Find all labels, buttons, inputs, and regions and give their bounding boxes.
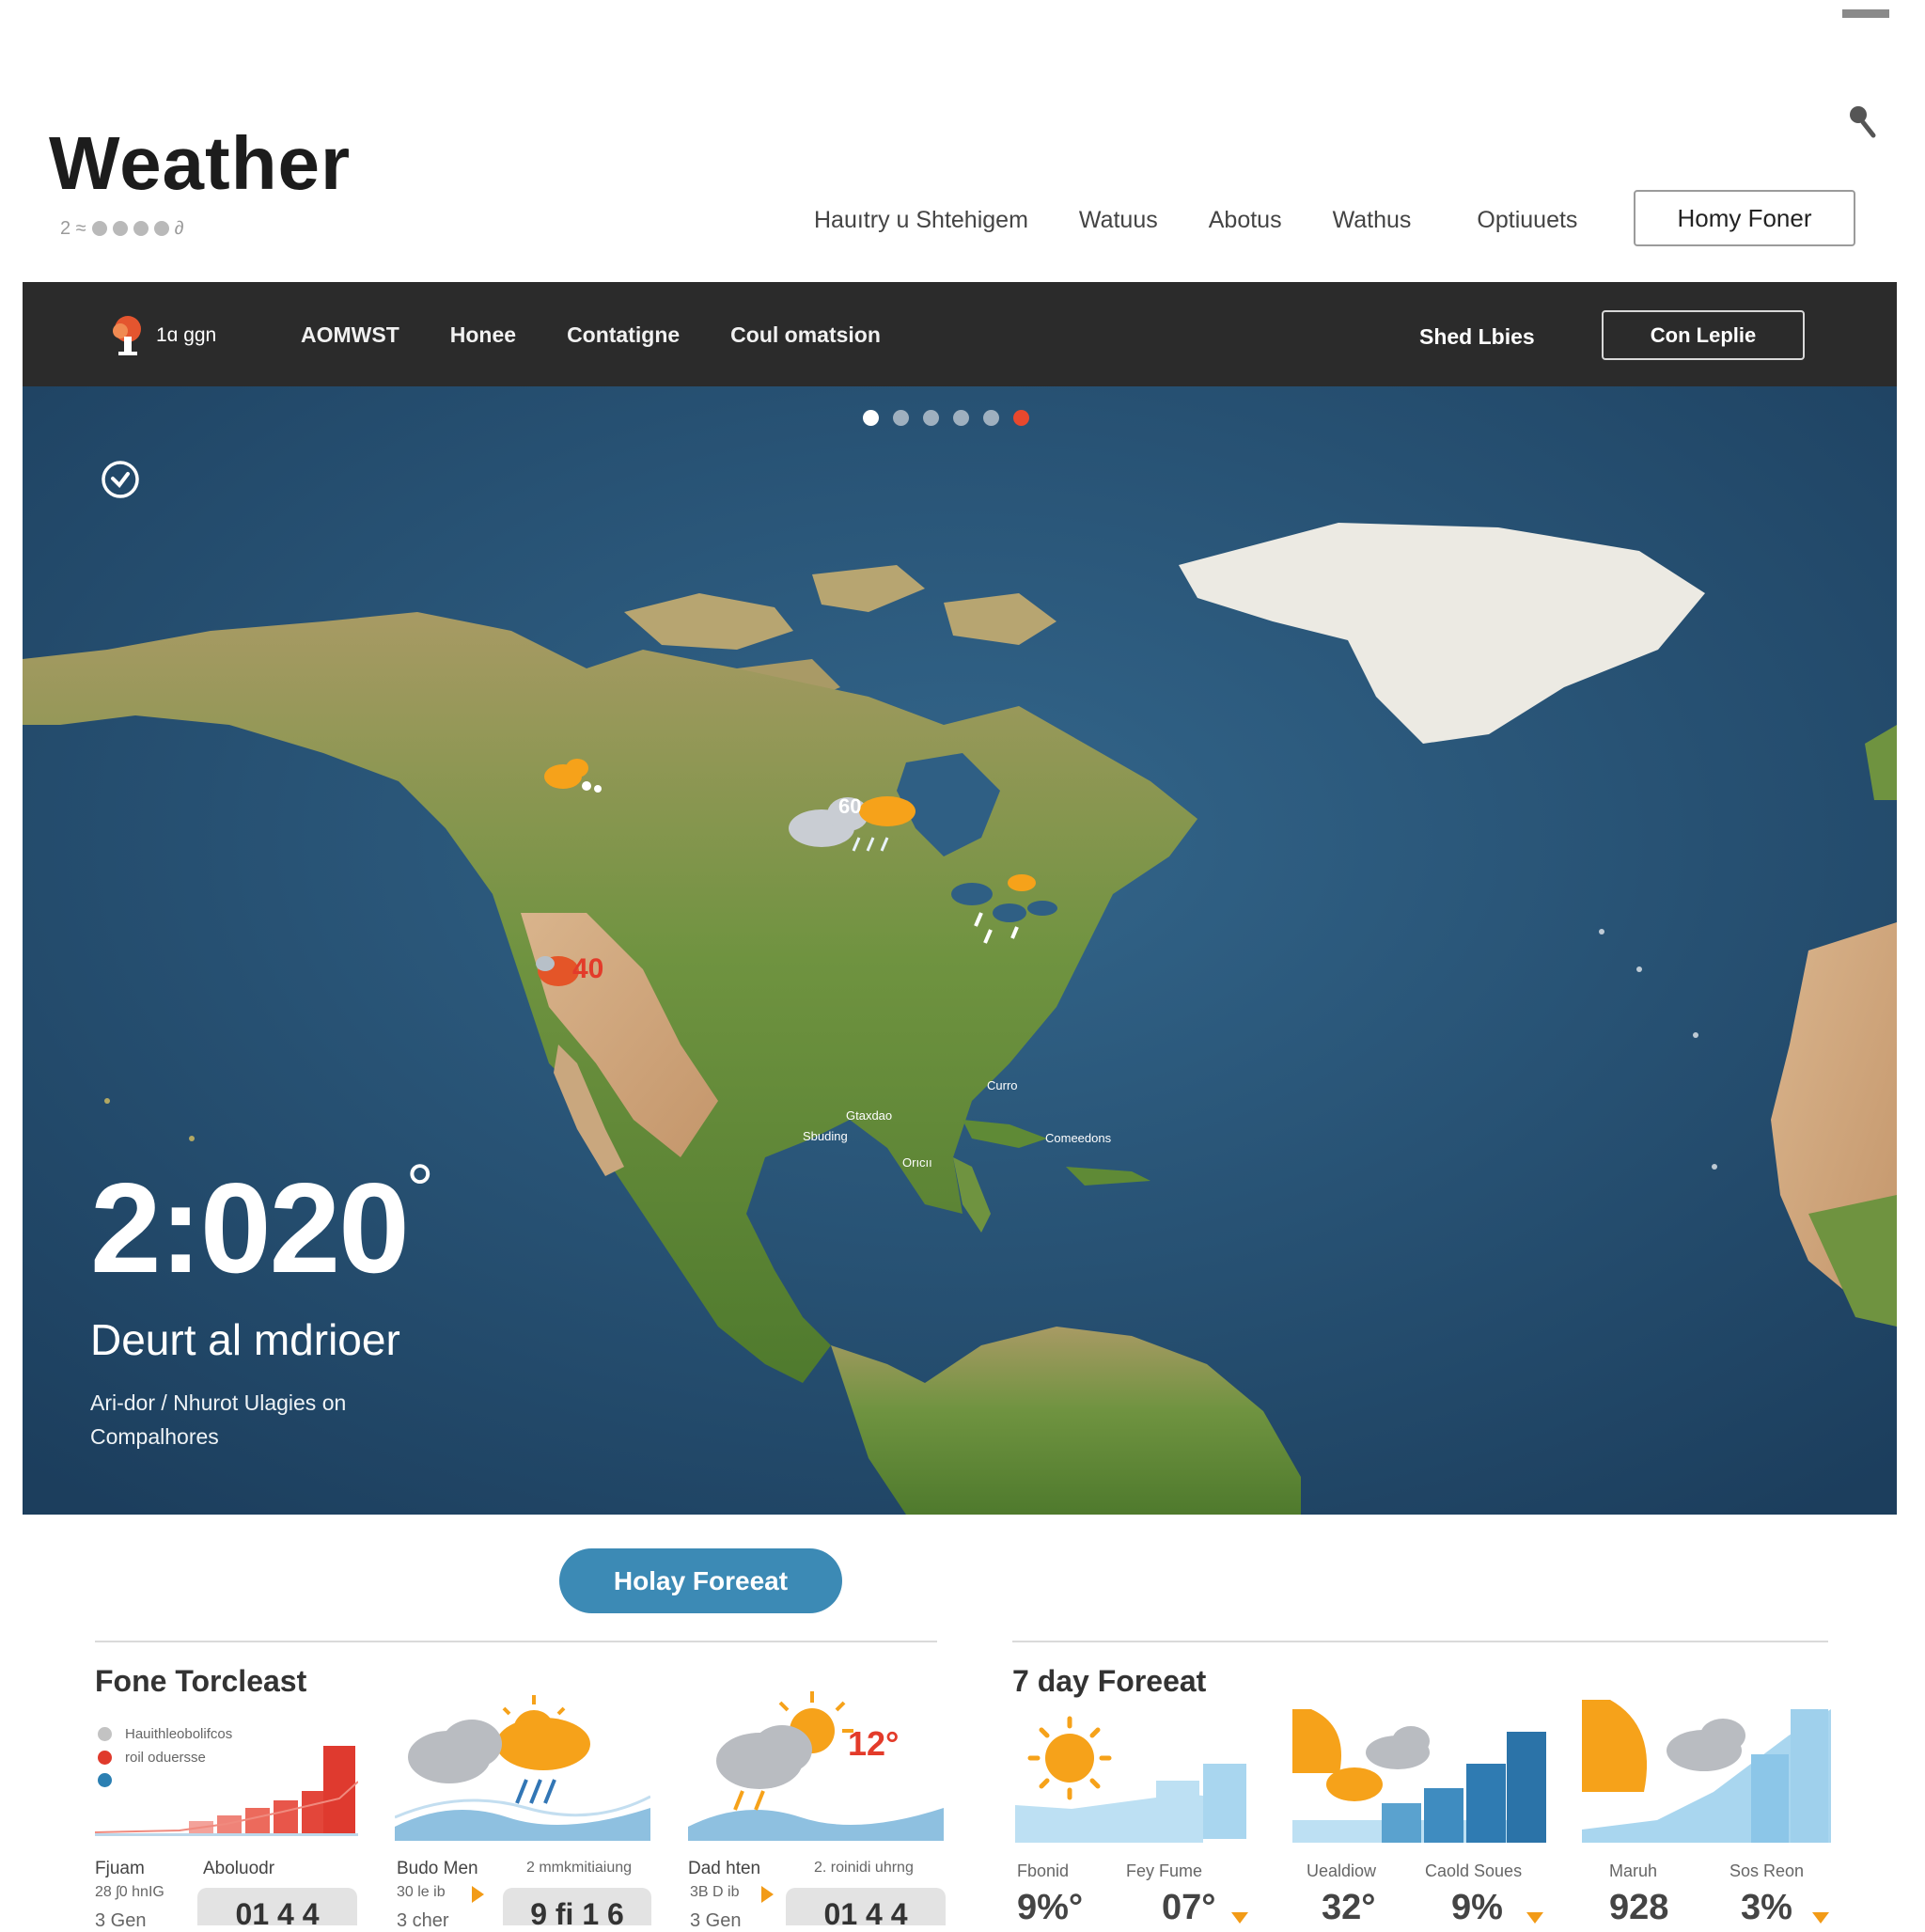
card-detail: 3 cher	[397, 1910, 449, 1931]
subtitle-indicator: 2 ≈ ∂	[60, 216, 184, 241]
value-pill[interactable]: 9 fi 1 6	[503, 1888, 651, 1925]
card-detail: 28 ʃ0 hnIG	[95, 1884, 164, 1900]
card-detail: 3 Gen	[95, 1910, 147, 1931]
section-divider	[95, 1641, 937, 1642]
map-place-label: Gtaxdao	[846, 1108, 893, 1123]
card-label: Budo Men	[397, 1859, 478, 1878]
stat-value: 9%°	[1017, 1888, 1084, 1927]
legend-dot	[98, 1727, 112, 1741]
value-pill[interactable]: 01 4 4	[786, 1888, 946, 1925]
rain-cloud-weather-icon	[395, 1695, 650, 1841]
search-icon[interactable]	[1844, 102, 1882, 143]
legend-item: Hauithleobolifcos	[98, 1726, 232, 1742]
hero-location: Deurt al mdrioer	[90, 1315, 400, 1364]
map-place-label: Sbuding	[803, 1129, 848, 1143]
indicator-dot	[91, 221, 107, 236]
card-temperature: 12°	[848, 1724, 900, 1763]
carousel-dot[interactable]	[863, 410, 879, 426]
right-section-title: 7 day Foreeat	[1012, 1664, 1207, 1698]
nav-cta-button[interactable]: Con Leplie	[1602, 310, 1805, 360]
hero-temperature: 2:020	[90, 1156, 410, 1299]
subtitle-suffix: ∂	[174, 217, 184, 239]
carousel-pagination	[863, 410, 1029, 426]
card-label: Fjuam	[95, 1859, 145, 1878]
stat-value: 9%	[1451, 1888, 1503, 1927]
stat-label: Maruh	[1609, 1861, 1658, 1880]
main-nav-link[interactable]: AOMWST	[301, 322, 399, 348]
brand-text: 1ɑ ggn	[156, 324, 217, 346]
indicator-dot	[153, 221, 169, 236]
carousel-dot-current[interactable]	[1013, 410, 1029, 426]
stat-label: Caold Soues	[1425, 1861, 1523, 1880]
brand[interactable]: 1ɑ ggn	[109, 314, 216, 357]
main-nav-link[interactable]: Contatigne	[567, 322, 680, 348]
temperature-bars-graphic	[95, 1746, 358, 1836]
stat-value: 928	[1609, 1888, 1669, 1927]
subtitle-prefix: 2 ≈	[60, 217, 86, 239]
top-nav-link[interactable]: Wathus	[1333, 207, 1412, 234]
cloudy-forecast-graphic	[1582, 1700, 1831, 1843]
main-nav-link[interactable]: Coul omatsion	[730, 322, 881, 348]
top-nav-link[interactable]: Abotus	[1209, 207, 1282, 234]
top-nav-link[interactable]: Optiuuets	[1477, 207, 1577, 234]
play-arrow-icon[interactable]	[761, 1886, 774, 1903]
chevron-down-icon[interactable]	[1231, 1912, 1248, 1924]
header-cta-button[interactable]: Homy Foner	[1634, 190, 1855, 246]
indicator-dot	[133, 221, 149, 236]
top-nav-link[interactable]: Watuus	[1079, 207, 1158, 234]
carousel-dot[interactable]	[953, 410, 969, 426]
hero-degree-symbol: °	[406, 1150, 434, 1228]
carousel-dot[interactable]	[923, 410, 939, 426]
left-section-title: Fone Torcleast	[95, 1664, 307, 1698]
top-nav-link[interactable]: Hauıtry u Shtehigem	[814, 207, 1028, 234]
indicator-dot	[112, 221, 128, 236]
map-place-label: Curro	[987, 1078, 1018, 1092]
card-label: 2 mmkmitiaiung	[526, 1860, 633, 1876]
map-temperature-marker[interactable]: 40	[572, 953, 603, 985]
map-temperature-marker[interactable]: 60	[838, 794, 861, 819]
section-divider	[1012, 1641, 1828, 1642]
stat-label: Uealdiow	[1307, 1861, 1377, 1880]
sun-storm-weather-icon	[688, 1691, 944, 1841]
top-navigation: Hauıtry u Shtehigem Watuus Abotus Wathus…	[814, 207, 1628, 234]
card-label: Aboluodr	[203, 1859, 275, 1878]
main-navigation: AOMWST Honee Contatigne Coul omatsion	[301, 322, 931, 348]
card-label: Dad hten	[688, 1859, 761, 1878]
forecast-button[interactable]: Holay Foreeat	[559, 1548, 842, 1613]
app-title: Weather	[49, 121, 352, 205]
carousel-dot[interactable]	[983, 410, 999, 426]
stat-label: Sos Reon	[1729, 1861, 1805, 1880]
legend-label: Hauithleobolifcos	[125, 1726, 233, 1742]
main-nav-link-secondary[interactable]: Shed Lbies	[1419, 324, 1535, 350]
partly-cloudy-forecast-graphic	[1292, 1709, 1546, 1843]
card-detail: 3 Gen	[690, 1910, 742, 1931]
card-detail: 30 le ib	[397, 1884, 446, 1900]
check-circle-icon[interactable]	[100, 459, 141, 500]
stat-value: 32°	[1322, 1888, 1376, 1927]
value-pill[interactable]: 01 4 4	[197, 1888, 357, 1925]
play-arrow-icon[interactable]	[472, 1886, 484, 1903]
stat-label: Fbonid	[1017, 1861, 1070, 1880]
chevron-down-icon[interactable]	[1526, 1912, 1543, 1924]
chevron-down-icon[interactable]	[1812, 1912, 1829, 1924]
map-place-label: Orıcıı	[902, 1155, 932, 1170]
card-detail: 3B D ib	[690, 1884, 740, 1900]
carousel-dot[interactable]	[893, 410, 909, 426]
stat-value: 3%	[1741, 1888, 1792, 1927]
weather-logo-icon	[113, 316, 141, 355]
window-menu-bar[interactable]	[1842, 9, 1889, 18]
stat-value: 07°	[1162, 1888, 1216, 1927]
card-label: 2. roinidi uhrng	[814, 1860, 914, 1876]
hero-description: Ari-dor / Nhurot Ulagies on Compalhores	[90, 1390, 347, 1449]
map-place-label: Comeedons	[1045, 1131, 1112, 1145]
stat-label: Fey Fume	[1126, 1861, 1203, 1880]
main-nav-link[interactable]: Honee	[450, 322, 516, 348]
sunny-forecast-graphic	[1015, 1716, 1246, 1843]
